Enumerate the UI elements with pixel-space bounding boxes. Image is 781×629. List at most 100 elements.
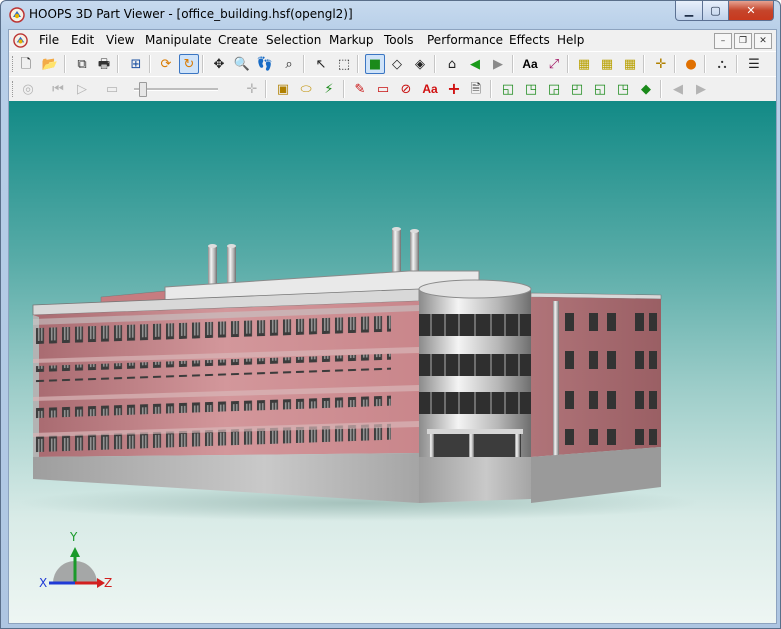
toolbar-separator xyxy=(490,80,492,98)
circle-markup-icon[interactable]: ⊘ xyxy=(396,79,416,99)
menu-performance[interactable]: Performance xyxy=(427,33,503,47)
close-button[interactable]: ✕ xyxy=(729,1,774,21)
section-icon[interactable]: ⚡ xyxy=(319,79,339,99)
view-right-icon[interactable]: ◰ xyxy=(567,79,587,99)
view-bottom-icon[interactable]: ◳ xyxy=(613,79,633,99)
y-axis-label: Y xyxy=(69,530,78,544)
view-front-icon[interactable]: ◱ xyxy=(498,79,518,99)
mdi-close-button[interactable]: ✕ xyxy=(754,33,772,49)
record-icon[interactable]: ◎ xyxy=(18,79,38,99)
menu-tools[interactable]: Tools xyxy=(384,33,414,47)
toolbar-separator xyxy=(303,55,305,73)
turntable-icon[interactable]: ↻ xyxy=(179,54,199,74)
rewind-icon[interactable]: ⏮ xyxy=(48,79,68,99)
home-view-icon[interactable]: ⌂ xyxy=(442,54,462,74)
main-toolbar: 🗋 📂 ⧉ 🖶 ⊞ ⟳ ↻ ✥ 🔍 👣 ⌕ ↖ ⬚ ■ ◇ ◈ ⌂ ◀ ▶ Aa… xyxy=(9,51,776,77)
forward-view-icon[interactable]: ▶ xyxy=(488,54,508,74)
box-section-icon[interactable]: ▣ xyxy=(273,79,293,99)
hidden-line-icon[interactable]: ◇ xyxy=(387,54,407,74)
list-icon[interactable]: ☰ xyxy=(744,54,764,74)
maximize-button[interactable]: ▢ xyxy=(703,1,729,21)
menu-effects[interactable]: Effects xyxy=(509,33,550,47)
copy-icon[interactable]: ⧉ xyxy=(72,54,92,74)
z-axis-label: Z xyxy=(104,576,112,590)
toolbar-separator xyxy=(704,55,706,73)
toolbar-separator xyxy=(434,55,436,73)
text-icon[interactable]: Aa xyxy=(520,54,540,74)
toolbar-separator xyxy=(202,55,204,73)
minimize-button[interactable]: ▁ xyxy=(675,1,703,21)
connections-icon[interactable]: ⛬ xyxy=(712,54,732,74)
back-view-icon[interactable]: ◀ xyxy=(465,54,485,74)
iso-view-icon[interactable]: ◆ xyxy=(636,79,656,99)
menu-file[interactable]: File xyxy=(39,33,59,47)
sphere-icon[interactable]: ● xyxy=(681,54,701,74)
hoops-app-icon xyxy=(9,7,25,23)
document-icon[interactable] xyxy=(13,33,28,48)
new-file-icon[interactable]: 🗋 xyxy=(16,54,36,74)
right-wing xyxy=(530,292,662,503)
add-keyframe-icon[interactable]: ✛ xyxy=(242,79,262,99)
zoom-icon[interactable]: 🔍 xyxy=(232,54,252,74)
area-select-icon[interactable]: ⬚ xyxy=(334,54,354,74)
measure-icon[interactable]: ⤢ xyxy=(544,54,564,74)
freehand-markup-icon[interactable]: ✎ xyxy=(350,79,370,99)
toolbar-separator xyxy=(674,55,676,73)
3d-viewport[interactable]: Y X Z xyxy=(9,101,776,623)
orbit-icon[interactable]: ⟳ xyxy=(156,54,176,74)
toolbar-separator xyxy=(265,80,267,98)
axis-triad: Y X Z xyxy=(39,530,112,590)
mdi-restore-button[interactable]: ❐ xyxy=(734,33,752,49)
view-top-icon[interactable]: ◱ xyxy=(590,79,610,99)
wireframe-icon[interactable]: ◈ xyxy=(410,54,430,74)
menu-selection[interactable]: Selection xyxy=(266,33,321,47)
title-bar[interactable]: HOOPS 3D Part Viewer - [office_building.… xyxy=(1,1,780,29)
grid-xy-icon[interactable]: ▦ xyxy=(597,54,617,74)
toolbar-separator xyxy=(643,55,645,73)
zoom-window-icon[interactable]: ⌕ xyxy=(279,54,299,74)
view-left-icon[interactable]: ◲ xyxy=(544,79,564,99)
rectangle-markup-icon[interactable]: ▭ xyxy=(373,79,393,99)
play-icon[interactable]: ▷ xyxy=(72,79,92,99)
main-wing xyxy=(32,288,420,503)
menu-markup[interactable]: Markup xyxy=(329,33,373,47)
next-icon[interactable]: ▶ xyxy=(691,79,711,99)
toolbar-separator xyxy=(567,55,569,73)
menu-view[interactable]: View xyxy=(106,33,134,47)
menu-manipulate[interactable]: Manipulate xyxy=(145,33,212,47)
menu-help[interactable]: Help xyxy=(557,33,584,47)
print-icon[interactable]: 🖶 xyxy=(94,54,114,74)
client-area: File Edit View Manipulate Create Selecti… xyxy=(8,29,777,624)
pan-icon[interactable]: ✥ xyxy=(209,54,229,74)
toolbar-separator xyxy=(736,55,738,73)
x-axis-label: X xyxy=(39,576,47,590)
cross-markup-icon[interactable]: + xyxy=(444,79,464,99)
toolbar-separator xyxy=(357,55,359,73)
text-markup-icon[interactable]: Aa xyxy=(420,79,440,99)
menu-bar: File Edit View Manipulate Create Selecti… xyxy=(9,30,776,51)
toolbar-separator xyxy=(343,80,345,98)
view-back-icon[interactable]: ◳ xyxy=(521,79,541,99)
grid-z-icon[interactable]: ▦ xyxy=(620,54,640,74)
walk-icon[interactable]: 👣 xyxy=(255,54,275,74)
toolbar-separator xyxy=(117,55,119,73)
previous-icon[interactable]: ◀ xyxy=(668,79,688,99)
grid-icon[interactable]: ▦ xyxy=(574,54,594,74)
cutting-plane-icon[interactable]: ⬭ xyxy=(296,79,316,99)
toolbar-grip[interactable] xyxy=(12,81,16,97)
point-light-icon[interactable]: ✛ xyxy=(651,54,671,74)
stop-icon[interactable]: ▭ xyxy=(102,79,122,99)
window-title: HOOPS 3D Part Viewer - [office_building.… xyxy=(29,7,353,21)
animation-slider-thumb[interactable] xyxy=(139,82,147,97)
secondary-toolbar: ◎ ⏮ ▷ ▭ ✛ ▣ ⬭ ⚡ ✎ ▭ ⊘ Aa + 🗎 ◱ ◳ ◲ ◰ ◱ ◳… xyxy=(9,76,776,102)
note-icon[interactable]: 🗎 xyxy=(466,79,486,99)
menu-create[interactable]: Create xyxy=(218,33,258,47)
mdi-minimize-button[interactable]: – xyxy=(714,33,732,49)
shaded-icon[interactable]: ■ xyxy=(365,54,385,74)
fit-window-icon[interactable]: ⊞ xyxy=(126,54,146,74)
toolbar-separator xyxy=(512,55,514,73)
menu-edit[interactable]: Edit xyxy=(71,33,94,47)
select-icon[interactable]: ↖ xyxy=(311,54,331,74)
open-file-icon[interactable]: 📂 xyxy=(40,54,60,74)
toolbar-separator xyxy=(64,55,66,73)
